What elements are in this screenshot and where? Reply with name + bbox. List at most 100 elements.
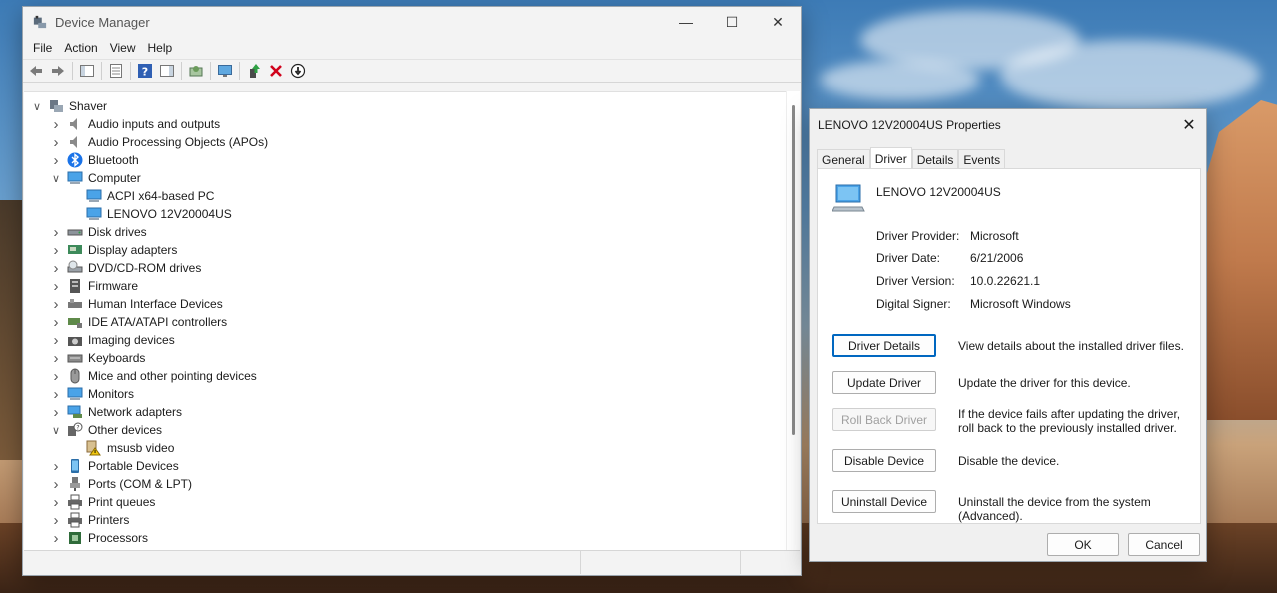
expand-chevron-icon[interactable]: › <box>49 386 63 403</box>
collapse-chevron-icon[interactable]: ∨ <box>49 171 63 185</box>
disable-icon[interactable] <box>287 60 309 82</box>
expand-chevron-icon[interactable]: › <box>49 512 63 529</box>
tree-item[interactable]: › Print queues <box>49 493 156 511</box>
ok-button[interactable]: OK <box>1047 533 1119 556</box>
tree-item[interactable]: ∨? Other devices <box>49 421 162 439</box>
tab-events[interactable]: Events <box>958 149 1006 169</box>
show-action-pane-icon[interactable] <box>156 60 178 82</box>
tree-vertical-scrollbar[interactable] <box>786 91 800 551</box>
help-icon[interactable]: ? <box>134 60 156 82</box>
tab-driver[interactable]: Driver <box>869 147 912 169</box>
dialog-close-button[interactable]: ✕ <box>1172 109 1206 141</box>
network-adapter-icon <box>67 404 83 420</box>
tree-item[interactable]: › Processors <box>49 529 149 547</box>
tree-item[interactable]: › Keyboards <box>49 349 146 367</box>
expand-chevron-icon[interactable]: › <box>49 314 63 331</box>
tree-item[interactable]: ∨ Computer <box>49 169 141 187</box>
dialog-title-bar[interactable]: LENOVO 12V20004US Properties ✕ <box>810 109 1206 141</box>
expand-chevron-icon[interactable]: › <box>49 404 63 421</box>
update-driver-button[interactable]: Update Driver <box>832 371 936 394</box>
expand-chevron-icon[interactable]: › <box>49 368 63 385</box>
tree-item[interactable]: › Imaging devices <box>49 331 175 349</box>
tree-item[interactable]: › Ports (COM & LPT) <box>49 475 193 493</box>
expand-chevron-icon[interactable]: › <box>49 134 63 151</box>
update-driver-icon[interactable] <box>243 60 265 82</box>
tree-item[interactable]: › Firmware <box>49 277 139 295</box>
computer-device-icon <box>832 184 865 212</box>
tree-item[interactable]: › IDE ATA/ATAPI controllers <box>49 313 228 331</box>
expand-chevron-icon[interactable]: › <box>49 530 63 547</box>
expand-chevron-icon[interactable]: › <box>49 152 63 169</box>
dvd-drive-icon <box>67 260 83 276</box>
collapse-chevron-icon[interactable]: ∨ <box>49 423 63 437</box>
expand-chevron-icon[interactable]: › <box>49 476 63 493</box>
close-button[interactable]: ✕ <box>755 7 801 37</box>
tree-item[interactable]: › Network adapters <box>49 403 183 421</box>
expand-chevron-icon[interactable]: › <box>49 116 63 133</box>
expand-chevron-icon[interactable]: › <box>49 224 63 241</box>
processor-icon <box>67 530 83 546</box>
monitor-icon[interactable] <box>214 60 236 82</box>
menu-help[interactable]: Help <box>142 41 179 55</box>
tab-general[interactable]: General <box>817 149 870 169</box>
expand-chevron-icon[interactable]: › <box>49 494 63 511</box>
cancel-button[interactable]: Cancel <box>1128 533 1200 556</box>
tree-item[interactable]: › Bluetooth <box>49 151 139 169</box>
tree-item[interactable]: ∨ Shaver <box>30 97 107 115</box>
tree-item-label: Human Interface Devices <box>88 297 223 311</box>
roll-back-driver-button[interactable]: Roll Back Driver <box>832 408 936 431</box>
tree-item[interactable]: › Audio inputs and outputs <box>49 115 221 133</box>
tree-item[interactable]: › Audio Processing Objects (APOs) <box>49 133 269 151</box>
uninstall-icon[interactable] <box>265 60 287 82</box>
menu-view[interactable]: View <box>104 41 142 55</box>
expand-chevron-icon[interactable]: › <box>49 332 63 349</box>
tree-item[interactable]: › DVD/CD-ROM drives <box>49 259 202 277</box>
tree-item[interactable]: LENOVO 12V20004US <box>68 205 232 223</box>
tree-item-label: Other devices <box>88 423 163 437</box>
collapse-chevron-icon[interactable]: ∨ <box>30 99 44 113</box>
tree-item[interactable]: ACPI x64-based PC <box>68 187 214 205</box>
uninstall-device-button[interactable]: Uninstall Device <box>832 490 936 513</box>
monitor-icon <box>86 188 102 204</box>
expand-chevron-icon[interactable]: › <box>49 350 63 367</box>
title-bar[interactable]: Device Manager — ☐ ✕ <box>23 7 801 37</box>
bluetooth-icon <box>67 152 83 168</box>
back-icon[interactable] <box>25 60 47 82</box>
tree-item[interactable]: msusb video <box>68 439 174 457</box>
tree-item[interactable]: › Monitors <box>49 385 135 403</box>
maximize-button[interactable]: ☐ <box>709 7 755 37</box>
scan-hardware-icon[interactable] <box>185 60 207 82</box>
tree-item-label: Audio Processing Objects (APOs) <box>88 135 269 149</box>
tab-details[interactable]: Details <box>911 149 959 169</box>
scrollbar-thumb[interactable] <box>792 105 795 435</box>
tree-item[interactable]: › Display adapters <box>49 241 178 259</box>
digital-signer-value: Microsoft Windows <box>970 297 1071 311</box>
tree-item[interactable]: › Disk drives <box>49 223 147 241</box>
tree-item[interactable]: › Printers <box>49 511 130 529</box>
tree-item-label: Ports (COM & LPT) <box>88 477 193 491</box>
minimize-button[interactable]: — <box>663 7 709 37</box>
expand-chevron-icon[interactable]: › <box>49 260 63 277</box>
tree-item-label: IDE ATA/ATAPI controllers <box>88 315 228 329</box>
disable-device-button[interactable]: Disable Device <box>832 449 936 472</box>
tree-item[interactable]: › Mice and other pointing devices <box>49 367 257 385</box>
tree-item[interactable]: › Human Interface Devices <box>49 295 223 313</box>
tree-item-label: msusb video <box>107 441 175 455</box>
forward-icon[interactable] <box>47 60 69 82</box>
tree-item[interactable]: › Portable Devices <box>49 457 179 475</box>
menu-file[interactable]: File <box>27 41 58 55</box>
expand-chevron-icon[interactable]: › <box>49 458 63 475</box>
expand-chevron-icon[interactable]: › <box>49 242 63 259</box>
driver-details-button[interactable]: Driver Details <box>832 334 936 357</box>
driver-version-value: 10.0.22621.1 <box>970 274 1041 288</box>
show-hide-console-tree-icon[interactable] <box>76 60 98 82</box>
properties-icon[interactable] <box>105 60 127 82</box>
portable-device-icon <box>67 458 83 474</box>
menu-action[interactable]: Action <box>58 41 103 55</box>
device-manager-window: Device Manager — ☐ ✕ File Action View He… <box>22 6 802 576</box>
menu-bar: File Action View Help <box>23 37 801 59</box>
expand-chevron-icon[interactable]: › <box>49 278 63 295</box>
expand-chevron-icon[interactable]: › <box>49 296 63 313</box>
toolbar: ? <box>23 59 801 83</box>
device-tree[interactable]: ∨ Shaver › Audio inputs and outputs › Audio P… <box>24 91 786 551</box>
